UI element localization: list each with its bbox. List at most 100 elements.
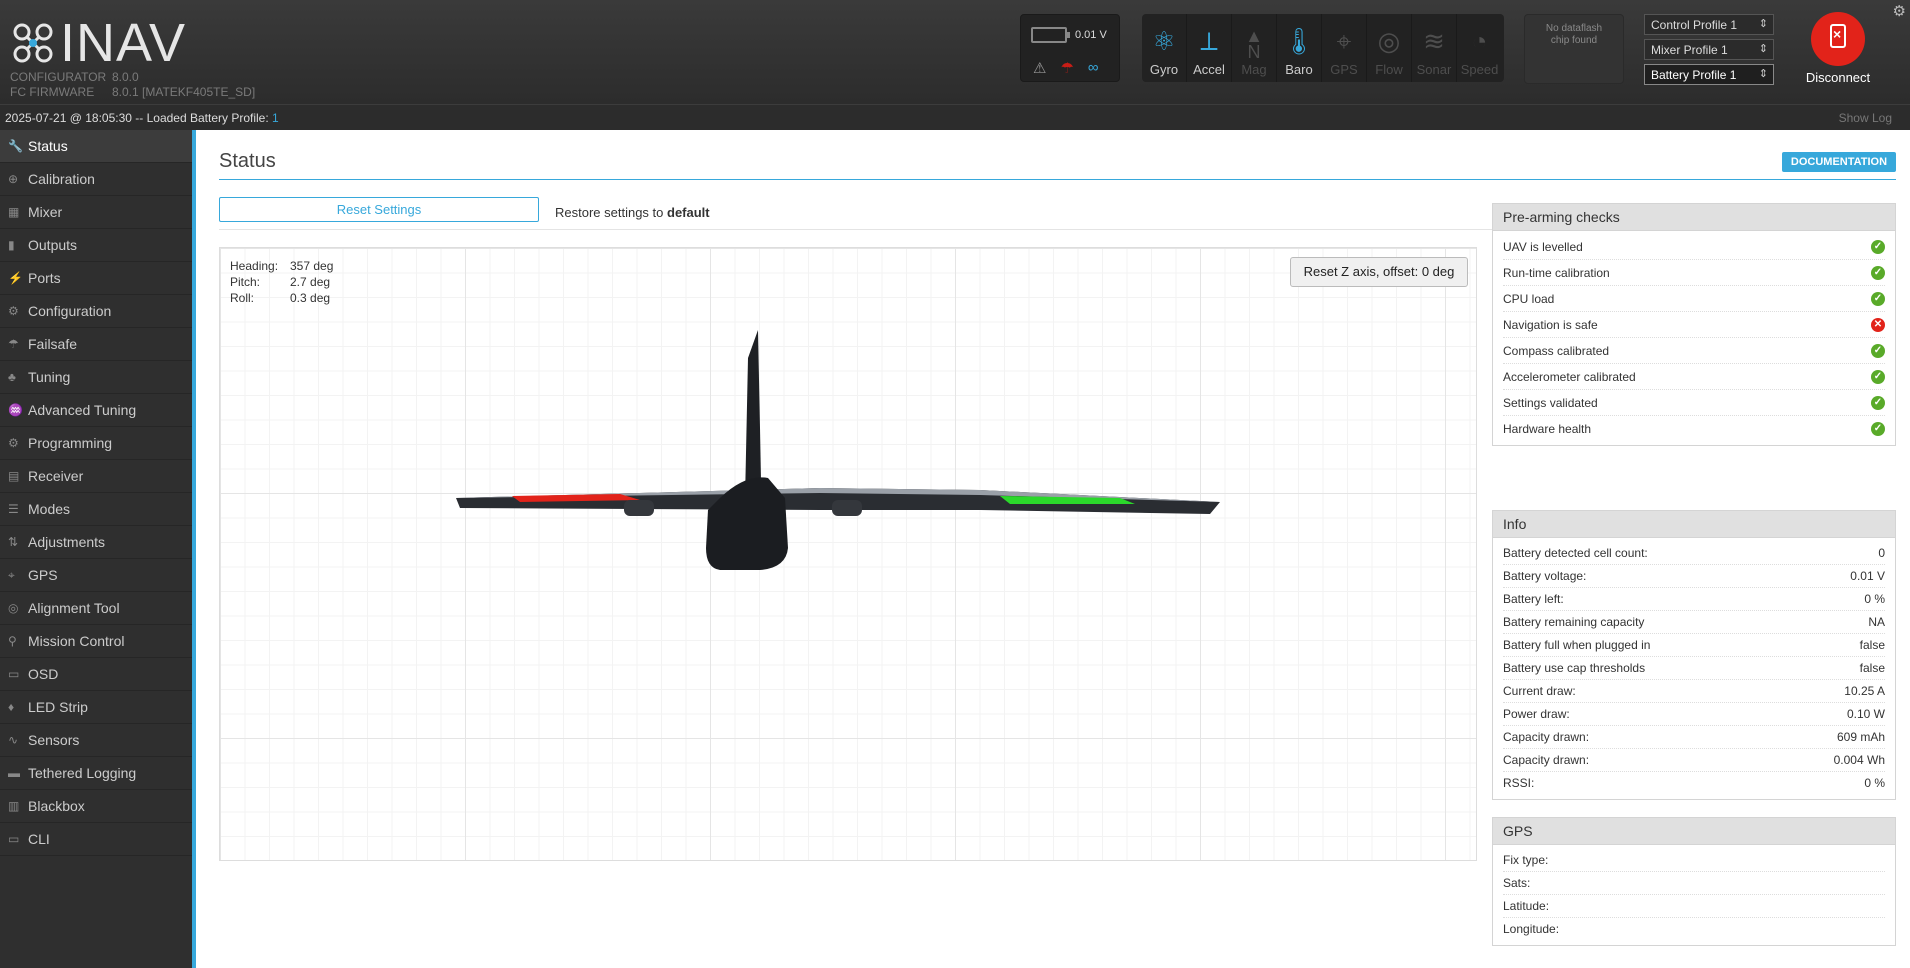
info-row-label: Current draw: — [1503, 684, 1576, 698]
sidebar-item-status[interactable]: 🔧 Status — [0, 130, 192, 163]
check-label: Run-time calibration — [1503, 266, 1610, 280]
alignment-icon: ◎ — [8, 600, 19, 615]
top-header: INAV CONFIGURATOR 8.0.0 FC FIRMWARE 8.0.1 … — [0, 0, 1910, 104]
programming-icon: ⚙ — [8, 435, 19, 450]
documentation-button[interactable]: DOCUMENTATION — [1782, 152, 1896, 172]
sidebar-item-alignment-tool[interactable]: ◎ Alignment Tool — [0, 592, 192, 625]
disconnect-label: Disconnect — [1805, 70, 1871, 85]
mag-n-letter: N — [1247, 42, 1261, 62]
sidebar-item-label: Outputs — [28, 236, 78, 253]
osd-icon: ▭ — [8, 666, 20, 681]
sidebar-item-label: Mission Control — [28, 632, 125, 649]
battery-status-icons: ⚠ ☂ ∞ — [1033, 59, 1099, 77]
disconnect-button[interactable]: Disconnect — [1798, 12, 1878, 85]
check-label: Compass calibrated — [1503, 344, 1610, 358]
check-label: CPU load — [1503, 292, 1555, 306]
sidebar-item-calibration[interactable]: ⊕ Calibration — [0, 163, 192, 196]
sidebar-item-mission-control[interactable]: ⚲ Mission Control — [0, 625, 192, 658]
3d-model-view[interactable]: Heading: 357 deg Pitch: 2.7 deg Roll: 0.3 d… — [219, 247, 1477, 861]
inav-logo: INAV — [12, 16, 186, 70]
terminal-icon: ▭ — [8, 831, 20, 846]
sidebar-item-tethered-logging[interactable]: ▬ Tethered Logging — [0, 757, 192, 790]
prearming-check-row: Compass calibrated ✓ — [1503, 338, 1885, 364]
check-ok-icon: ✓ — [1871, 344, 1885, 358]
mixer-profile-value: Mixer Profile 1 — [1651, 43, 1728, 57]
blackbox-icon: ▥ — [8, 798, 20, 813]
settings-gear-icon[interactable]: ⚙ — [1893, 2, 1906, 20]
sidebar-item-sensors[interactable]: ∿ Sensors — [0, 724, 192, 757]
sensor-speed: ◔ Speed — [1457, 14, 1502, 82]
sidebar-item-failsafe[interactable]: ☂ Failsafe — [0, 328, 192, 361]
info-row-value: 0.10 W — [1846, 707, 1885, 721]
sidebar-item-label: LED Strip — [28, 698, 88, 715]
prearming-check-row: UAV is levelled ✓ — [1503, 234, 1885, 260]
check-label: Navigation is safe — [1503, 318, 1598, 332]
page-title: Status — [219, 150, 276, 172]
control-profile-value: Control Profile 1 — [1651, 18, 1738, 32]
show-log-link[interactable]: Show Log — [1839, 105, 1892, 131]
check-label: Accelerometer calibrated — [1503, 370, 1636, 384]
battery-icon — [1031, 27, 1070, 43]
aircraft-model — [456, 330, 1220, 570]
info-row-value: 0 % — [1864, 776, 1885, 790]
sensor-status-bar: ⚛ Gyro ⟂ Accel ▲ N Mag 🌡 Baro ⌖ GPS ◎ Flow ≋ Son… — [1142, 14, 1504, 82]
prearming-check-row: Settings validated ✓ — [1503, 390, 1885, 416]
gps-row: Latitude: — [1503, 895, 1885, 918]
info-row-label: Battery voltage: — [1503, 569, 1587, 583]
mixer-icon: ▦ — [8, 204, 20, 219]
sensor-label: Baro — [1285, 62, 1313, 77]
sidebar-item-ports[interactable]: ⚡ Ports — [0, 262, 192, 295]
logo-text: INAV — [60, 13, 187, 73]
sidebar-item-label: Sensors — [28, 731, 80, 748]
check-ok-icon: ✓ — [1871, 396, 1885, 410]
info-row-value: 10.25 A — [1844, 684, 1885, 698]
mag-icon: ▲ N — [1245, 26, 1263, 62]
mixer-profile-select[interactable]: Mixer Profile 1 — [1644, 39, 1774, 60]
sidebar-item-adjustments[interactable]: ⇅ Adjustments — [0, 526, 192, 559]
calibration-icon: ⊕ — [8, 171, 19, 186]
left-motor-pod — [624, 500, 654, 516]
version-value: 8.0.1 [MATEKF405TE_SD] — [112, 85, 256, 99]
sidebar-item-blackbox[interactable]: ▥ Blackbox — [0, 790, 192, 823]
map-pin-icon: ⚲ — [8, 633, 17, 648]
sidebar-item-outputs[interactable]: ▮ Outputs — [0, 229, 192, 262]
prearming-title: Pre-arming checks — [1493, 204, 1895, 231]
info-row-value: false — [1859, 638, 1885, 652]
sidebar-item-label: Alignment Tool — [28, 599, 120, 616]
sidebar-item-mixer[interactable]: ▦ Mixer — [0, 196, 192, 229]
advanced-tuning-icon: ♒ — [8, 402, 23, 417]
gps-panel: GPS Fix type: Sats: Latitude: Longitude: — [1492, 817, 1896, 946]
sidebar-item-advanced-tuning[interactable]: ♒ Advanced Tuning — [0, 394, 192, 427]
sidebar-item-led-strip[interactable]: ♦ LED Strip — [0, 691, 192, 724]
restore-text-default: default — [667, 205, 710, 220]
version-info: CONFIGURATOR 8.0.0 FC FIRMWARE 8.0.1 [MATE… — [10, 70, 255, 100]
restore-text-prefix: Restore settings to — [555, 205, 667, 220]
tuning-icon: ♣ — [8, 369, 16, 384]
sidebar-item-tuning[interactable]: ♣ Tuning — [0, 361, 192, 394]
sidebar-item-gps[interactable]: ⌖ GPS — [0, 559, 192, 592]
sidebar-item-osd[interactable]: ▭ OSD — [0, 658, 192, 691]
control-profile-select[interactable]: Control Profile 1 — [1644, 14, 1774, 35]
info-row: Capacity drawn: 0.004 Wh — [1503, 749, 1885, 772]
battery-profile-value: Battery Profile 1 — [1651, 68, 1737, 82]
sidebar-item-programming[interactable]: ⚙ Programming — [0, 427, 192, 460]
sidebar-item-receiver[interactable]: ▤ Receiver — [0, 460, 192, 493]
sidebar-item-configuration[interactable]: ⚙ Configuration — [0, 295, 192, 328]
sensor-mag: ▲ N Mag — [1232, 14, 1277, 82]
battery-profile-select[interactable]: Battery Profile 1 — [1644, 64, 1774, 85]
usb-disconnect-icon — [1811, 12, 1865, 66]
sidebar-item-label: Calibration — [28, 170, 95, 187]
reset-settings-button[interactable]: Reset Settings — [219, 197, 539, 222]
gps-row: Fix type: — [1503, 849, 1885, 872]
check-ok-icon: ✓ — [1871, 292, 1885, 306]
info-row: Battery use cap thresholds false — [1503, 657, 1885, 680]
tethered-logging-icon: ▬ — [8, 765, 20, 780]
sidebar-item-cli[interactable]: ▭ CLI — [0, 823, 192, 856]
accel-icon: ⟂ — [1200, 26, 1218, 56]
check-label: UAV is levelled — [1503, 240, 1583, 254]
gps-row-label: Sats: — [1503, 876, 1531, 890]
sidebar-item-modes[interactable]: ☰ Modes — [0, 493, 192, 526]
version-label: FC FIRMWARE — [10, 85, 95, 99]
modes-icon: ☰ — [8, 501, 19, 516]
info-row: Capacity drawn: 609 mAh — [1503, 726, 1885, 749]
